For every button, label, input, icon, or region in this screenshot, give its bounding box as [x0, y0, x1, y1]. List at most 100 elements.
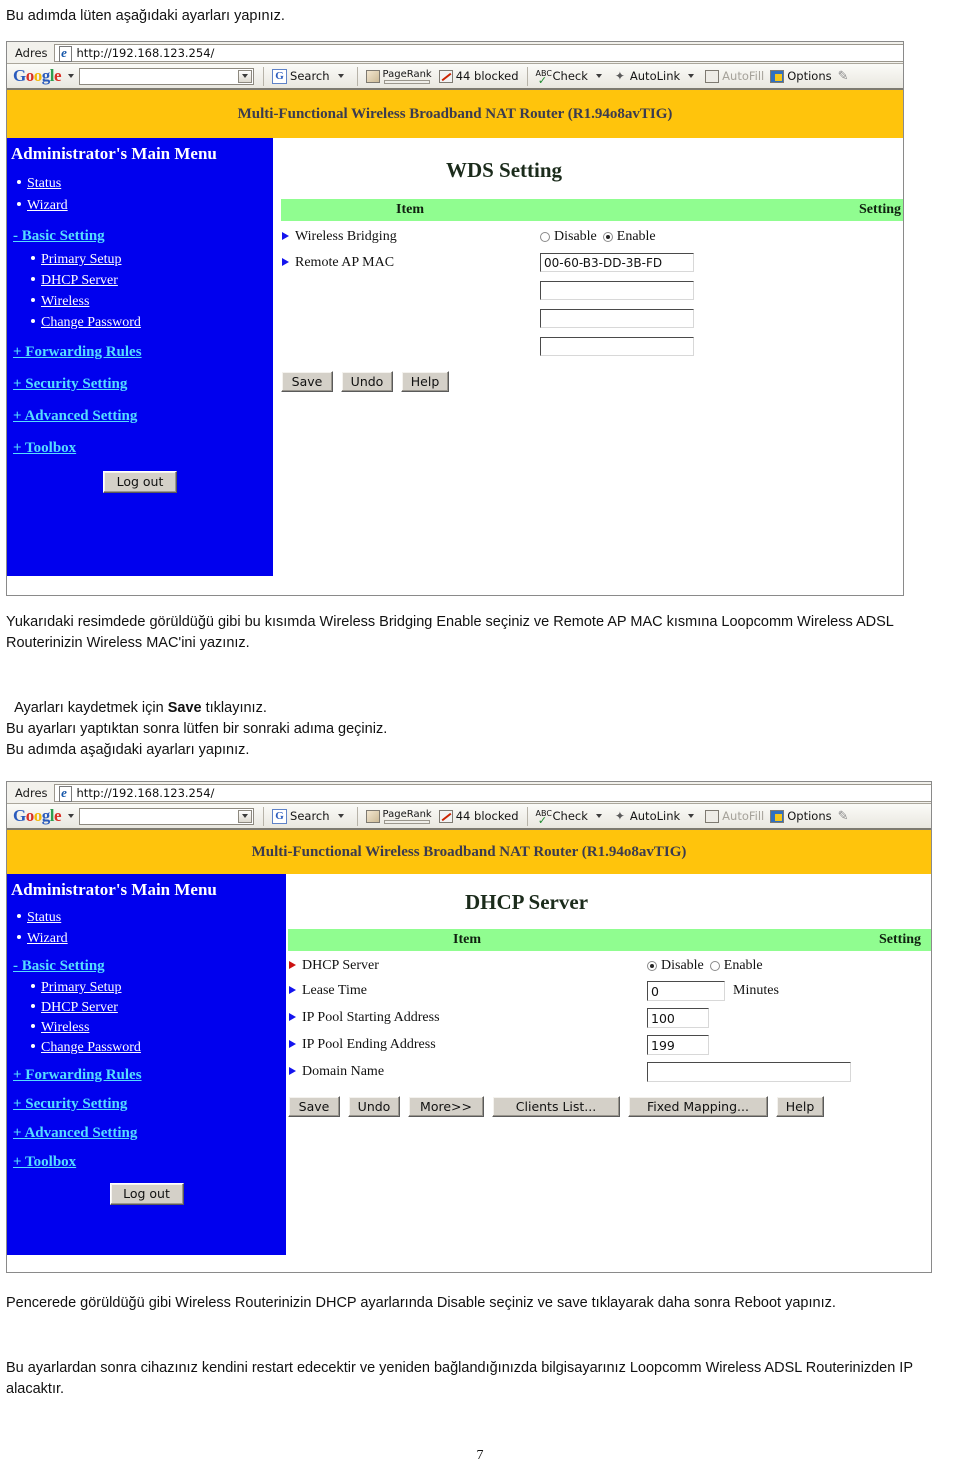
google-search-input[interactable]: [79, 807, 255, 825]
google-toolbar[interactable]: Google G Search PageRank 44 blocked ABC …: [7, 804, 931, 830]
logout-button[interactable]: Log out: [109, 1183, 184, 1205]
autolink-dropdown-icon[interactable]: [688, 814, 695, 818]
radio-disable[interactable]: Disable: [647, 958, 704, 974]
sidebar-item-primary-setup[interactable]: Primary Setup: [7, 980, 286, 996]
lease-time-input[interactable]: 0: [647, 981, 725, 1001]
sidebar-item-dhcp-server[interactable]: DHCP Server: [7, 1000, 286, 1016]
ip-pool-start-input[interactable]: 100: [647, 1008, 709, 1028]
options-button[interactable]: Options: [767, 809, 834, 823]
sidebar-item-label: Wizard: [27, 931, 68, 946]
pagerank-indicator[interactable]: PageRank: [363, 809, 436, 824]
row-label-cell: Remote AP MAC: [281, 246, 539, 357]
check-dropdown-icon[interactable]: [595, 814, 602, 818]
sidebar-item-basic-setting[interactable]: - Basic Setting: [7, 228, 273, 245]
google-search-button[interactable]: G Search: [269, 808, 352, 824]
sidebar-item-primary-setup[interactable]: Primary Setup: [7, 252, 273, 268]
search-combo-chevron-icon[interactable]: [238, 809, 253, 823]
address-input[interactable]: e http://192.168.123.254/: [53, 43, 903, 62]
sidebar-item-toolbox[interactable]: + Toolbox: [7, 1154, 286, 1171]
radio-disable[interactable]: Disable: [540, 229, 597, 245]
blue-arrow-icon: [289, 1066, 296, 1075]
dhcp-server-radio-group[interactable]: Disable Enable: [647, 958, 931, 974]
router-screenshot-wds: Adres e http://192.168.123.254/ Google G…: [6, 41, 904, 596]
undo-button[interactable]: Undo: [348, 1096, 400, 1117]
save-button[interactable]: Save: [288, 1096, 340, 1117]
row-label: Lease Time: [302, 983, 367, 998]
sidebar-item-basic-setting[interactable]: - Basic Setting: [7, 958, 286, 975]
sidebar-item-status[interactable]: Status: [7, 176, 273, 192]
row-label: Remote AP MAC: [295, 255, 395, 270]
options-button[interactable]: Options: [767, 69, 834, 83]
wireless-bridging-radio-group[interactable]: Disable Enable: [540, 229, 903, 245]
google-toolbar[interactable]: Google G Search PageRank 44 blocked ABC …: [7, 64, 903, 90]
sidebar-item-wizard[interactable]: Wizard: [7, 931, 286, 947]
google-logo-dropdown-icon[interactable]: [68, 814, 75, 818]
help-button[interactable]: Help: [401, 371, 449, 392]
domain-name-input[interactable]: [647, 1062, 851, 1082]
remote-ap-mac-input-4[interactable]: [540, 337, 694, 356]
google-logo-e: e: [53, 66, 62, 85]
search-combo-chevron-icon[interactable]: [238, 69, 253, 83]
autolink-dropdown-icon[interactable]: [688, 74, 695, 78]
google-search-button[interactable]: G Search: [269, 68, 352, 84]
router-banner: Multi-Functional Wireless Broadband NAT …: [7, 830, 931, 874]
check-dropdown-icon[interactable]: [595, 74, 602, 78]
radio-knob-icon: [709, 961, 720, 971]
sidebar-item-forwarding-rules[interactable]: + Forwarding Rules: [7, 1067, 286, 1084]
highlight-button[interactable]: ✎: [835, 810, 855, 823]
autolink-button[interactable]: ✦ AutoLink: [610, 69, 702, 83]
pagerank-label: PageRank: [382, 68, 432, 80]
clients-list-button[interactable]: Clients List...: [492, 1096, 620, 1117]
ip-pool-end-input[interactable]: 199: [647, 1035, 709, 1055]
remote-ap-mac-input-3[interactable]: [540, 309, 694, 328]
sidebar-item-security-setting[interactable]: + Security Setting: [7, 1096, 286, 1113]
sidebar-item-change-password[interactable]: Change Password: [7, 1040, 286, 1056]
save-button[interactable]: Save: [281, 371, 333, 392]
blue-arrow-icon: [289, 1039, 296, 1048]
sidebar-item-advanced-setting[interactable]: + Advanced Setting: [7, 408, 273, 425]
fixed-mapping-button[interactable]: Fixed Mapping...: [628, 1096, 768, 1117]
sidebar-item-advanced-setting[interactable]: + Advanced Setting: [7, 1125, 286, 1142]
search-dropdown-icon[interactable]: [337, 74, 344, 78]
row-label: IP Pool Starting Address: [302, 1010, 440, 1025]
sidebar-item-label: Status: [27, 176, 62, 191]
address-input[interactable]: e http://192.168.123.254/: [53, 783, 931, 802]
toolbar-divider: [263, 66, 265, 86]
sidebar-item-wizard[interactable]: Wizard: [7, 198, 273, 214]
sidebar-item-change-password[interactable]: Change Password: [7, 315, 273, 331]
remote-ap-mac-input-1[interactable]: 00-60-B3-DD-3B-FD: [540, 253, 694, 272]
search-dropdown-icon[interactable]: [337, 814, 344, 818]
sidebar-item-status[interactable]: Status: [7, 910, 286, 926]
google-search-input[interactable]: [79, 67, 255, 85]
pagerank-indicator[interactable]: PageRank: [363, 69, 436, 84]
autofill-button[interactable]: AutoFill: [702, 809, 767, 823]
more-button[interactable]: More>>: [408, 1096, 484, 1117]
browser-address-bar[interactable]: Adres e http://192.168.123.254/: [7, 782, 931, 804]
logout-button[interactable]: Log out: [103, 471, 177, 493]
spellcheck-button[interactable]: ABC ✓ Check: [533, 809, 610, 826]
highlight-button[interactable]: ✎: [835, 70, 855, 83]
google-logo-dropdown-icon[interactable]: [68, 74, 75, 78]
sidebar-item-security-setting[interactable]: + Security Setting: [7, 376, 273, 393]
undo-button[interactable]: Undo: [341, 371, 393, 392]
sidebar-item-wireless[interactable]: Wireless: [7, 1020, 286, 1036]
autofill-button[interactable]: AutoFill: [702, 69, 767, 83]
toolbar-divider: [356, 66, 358, 86]
radio-enable[interactable]: Enable: [709, 958, 763, 974]
sidebar-item-dhcp-server[interactable]: DHCP Server: [7, 273, 273, 289]
spellcheck-button[interactable]: ABC ✓ Check: [533, 69, 610, 86]
sidebar-item-label: Wireless: [41, 1020, 90, 1035]
sidebar-item-forwarding-rules[interactable]: + Forwarding Rules: [7, 344, 273, 361]
browser-address-bar[interactable]: Adres e http://192.168.123.254/: [7, 42, 903, 64]
radio-enable[interactable]: Enable: [602, 229, 656, 245]
pagerank-label: PageRank: [382, 808, 432, 820]
popup-blocker-button[interactable]: 44 blocked: [436, 809, 522, 823]
help-button[interactable]: Help: [776, 1096, 824, 1117]
autolink-button[interactable]: ✦ AutoLink: [610, 809, 702, 823]
sidebar-item-label: Change Password: [41, 315, 141, 330]
sidebar-item-toolbox[interactable]: + Toolbox: [7, 440, 273, 457]
address-url-text: http://192.168.123.254/: [76, 785, 215, 800]
sidebar-item-wireless[interactable]: Wireless: [7, 294, 273, 310]
popup-blocker-button[interactable]: 44 blocked: [436, 69, 522, 83]
remote-ap-mac-input-2[interactable]: [540, 281, 694, 300]
